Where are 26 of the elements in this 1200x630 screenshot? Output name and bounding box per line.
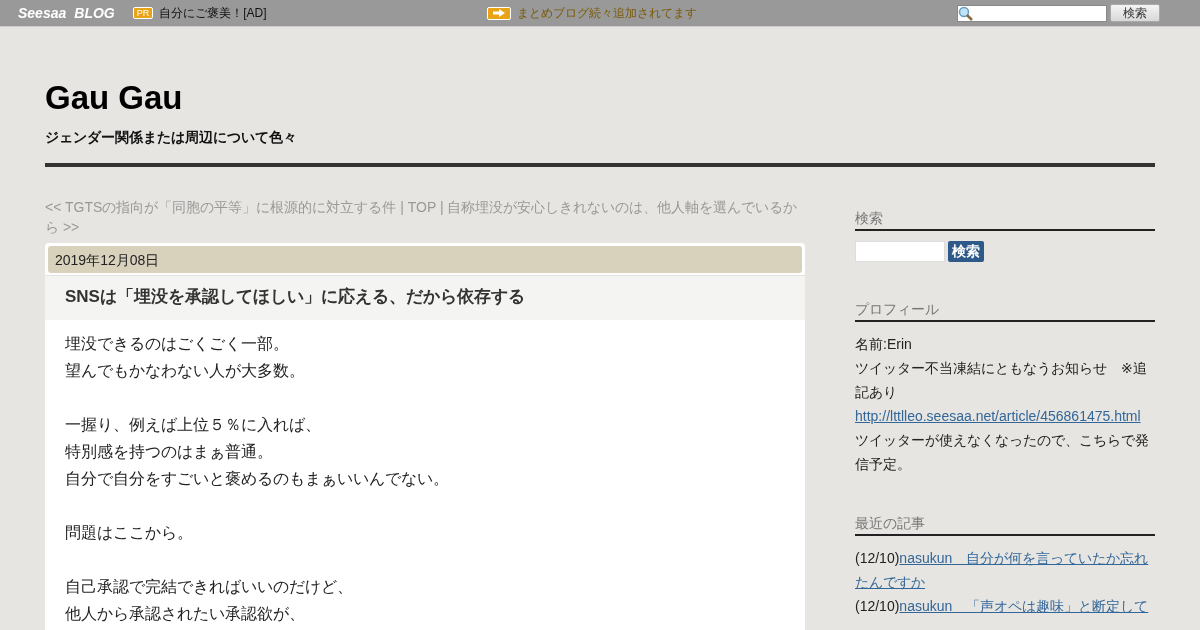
post-date: 2019年12月08日 bbox=[48, 246, 802, 273]
profile-text: ツイッターが使えなくなったので、こちらで発信予定。 bbox=[855, 431, 1150, 474]
section-heading: 検索 bbox=[855, 207, 1155, 231]
profile-text: 名前:Erin bbox=[855, 335, 913, 354]
profile-text: ツイッター不当凍結にともなうお知らせ ※追記あり bbox=[855, 359, 1148, 402]
article-title: SNSは「埋没を承認してほしい」に応える、だから依存する bbox=[45, 275, 805, 320]
article-line: 問題はここから。 bbox=[65, 523, 194, 543]
search-button[interactable]: 検索 bbox=[1110, 4, 1160, 22]
article-line: 自己承認で完結できればいいのだけど、 bbox=[65, 577, 354, 597]
blog-tagline: ジェンダー関係または周辺について色々 bbox=[45, 129, 298, 147]
article-line: 他人から承認されたい承認欲が、 bbox=[65, 604, 306, 624]
ad-link[interactable]: 自分にご褒美！[AD] bbox=[159, 4, 267, 22]
search-icon bbox=[958, 5, 973, 21]
article-line: 自分で自分をすごいと褒めるのもまぁいいんでない。 bbox=[65, 469, 450, 489]
article-line: 望んでもかなわない人が大多数。 bbox=[65, 361, 306, 381]
article-line: 特別感を持つのはまぁ普通。 bbox=[65, 442, 274, 462]
pr-badge: PR bbox=[132, 7, 154, 19]
section-heading: プロフィール bbox=[855, 298, 1155, 322]
search-field[interactable] bbox=[957, 4, 1107, 22]
search-button[interactable]: 検索 bbox=[948, 241, 984, 262]
blog-title[interactable]: Gau Gau bbox=[45, 79, 1155, 117]
recent-post-link[interactable]: (12/10)nasukun 「声オペは趣味」と断定して bbox=[855, 594, 1155, 618]
article-line: 一握り、例えば上位５％に入れば、 bbox=[65, 415, 322, 435]
article-line: 埋没できるのはごくごく一部。 bbox=[65, 334, 290, 354]
profile-link[interactable]: http://lttlleo.seesaa.net/article/456861475.html bbox=[855, 408, 1141, 424]
section-heading: 最近の記事 bbox=[855, 512, 1155, 536]
